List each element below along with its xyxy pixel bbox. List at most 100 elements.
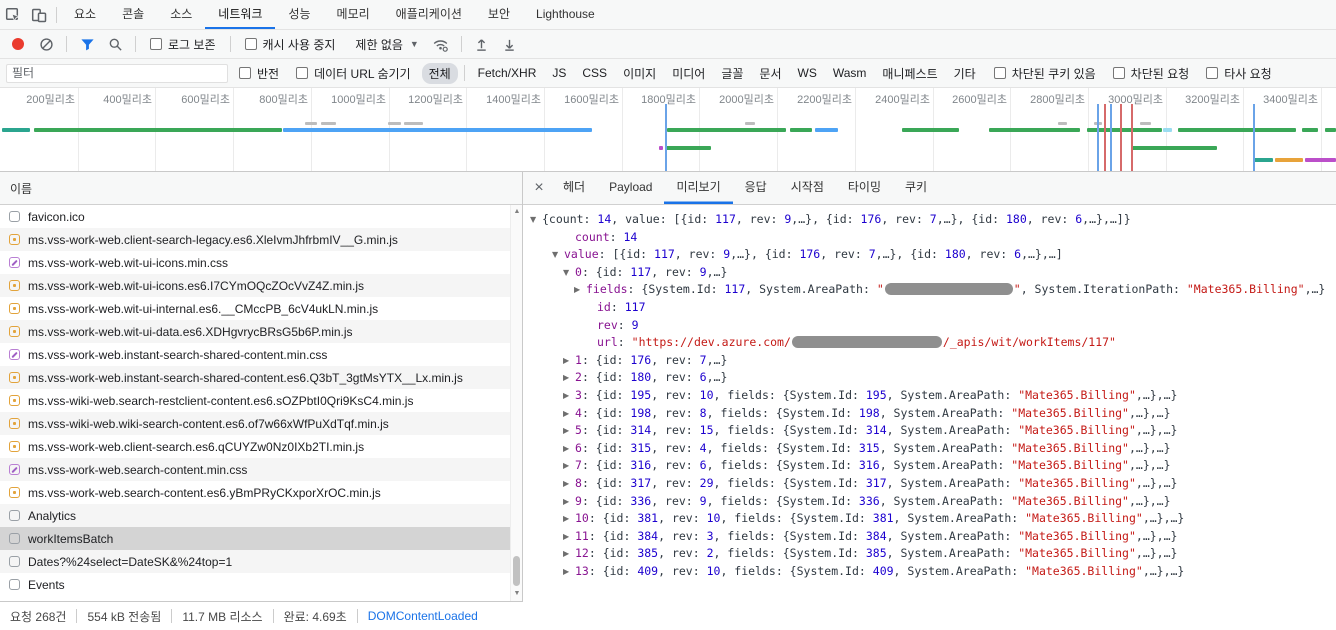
- import-har-button[interactable]: [470, 32, 494, 56]
- type-filter-font[interactable]: 글꼴: [714, 63, 750, 84]
- json-token: , System.AreaPath:: [894, 511, 1026, 525]
- request-row[interactable]: favicon.ico: [0, 205, 522, 228]
- expand-toggle-icon[interactable]: ▶: [563, 369, 575, 387]
- filter-input[interactable]: [6, 64, 228, 83]
- expand-toggle-icon[interactable]: ▶: [563, 493, 575, 511]
- json-token: : [{id:: [599, 247, 654, 261]
- expand-toggle-icon[interactable]: ▶: [563, 405, 575, 423]
- scrollbar-thumb[interactable]: [513, 556, 520, 586]
- json-token: 7: [700, 353, 707, 367]
- type-filter-css[interactable]: CSS: [575, 64, 614, 82]
- request-row[interactable]: Analytics: [0, 504, 522, 527]
- details-tab-timing[interactable]: 타이밍: [836, 172, 893, 204]
- expand-toggle-icon[interactable]: ▼: [552, 246, 564, 264]
- name-column-header[interactable]: 이름: [0, 172, 522, 205]
- type-filter-ws[interactable]: WS: [791, 64, 824, 82]
- type-filter-other[interactable]: 기타: [947, 63, 983, 84]
- hide-data-urls-checkbox[interactable]: [296, 67, 308, 79]
- request-row[interactable]: ms.vss-work-web.client-search.es6.qCUYZw…: [0, 435, 522, 458]
- json-token: ,…},…}: [1143, 511, 1185, 525]
- type-filter-js[interactable]: JS: [545, 64, 573, 82]
- request-row[interactable]: ms.vss-work-web.wit-ui-icons.es6.I7CYmOQ…: [0, 274, 522, 297]
- expand-toggle-icon[interactable]: ▶: [563, 563, 575, 581]
- search-button[interactable]: [103, 32, 127, 56]
- third-party-checkbox[interactable]: [1206, 67, 1218, 79]
- details-tab-preview[interactable]: 미리보기: [664, 172, 732, 204]
- request-row[interactable]: ms.vss-work-web.instant-search-shared-co…: [0, 343, 522, 366]
- main-tab-performance[interactable]: 성능: [275, 0, 323, 29]
- json-token: 10: [707, 564, 721, 578]
- invert-checkbox[interactable]: [239, 67, 251, 79]
- expand-toggle-icon[interactable]: ▶: [563, 440, 575, 458]
- disable-cache-checkbox[interactable]: [245, 38, 257, 50]
- divider: [357, 609, 358, 623]
- expand-toggle-icon[interactable]: ▶: [563, 510, 575, 528]
- details-tab-cookies[interactable]: 쿠키: [893, 172, 939, 204]
- request-row[interactable]: ms.vss-work-web.client-search-legacy.es6…: [0, 228, 522, 251]
- network-overview[interactable]: 200밀리초400밀리초600밀리초800밀리초1000밀리초1200밀리초14…: [0, 88, 1336, 172]
- record-button[interactable]: [6, 32, 30, 56]
- throttling-value: 제한 없음: [355, 36, 403, 53]
- request-row[interactable]: ms.vss-work-web.wit-ui-icons.min.css: [0, 251, 522, 274]
- network-conditions-button[interactable]: [429, 32, 453, 56]
- details-tab-response[interactable]: 응답: [733, 172, 779, 204]
- main-tab-security[interactable]: 보안: [475, 0, 523, 29]
- device-toolbar-icon[interactable]: [26, 2, 52, 28]
- type-filter-media[interactable]: 미디어: [665, 63, 712, 84]
- expand-toggle-icon[interactable]: ▶: [563, 528, 575, 546]
- request-row[interactable]: Events: [0, 573, 522, 596]
- json-token: 14: [597, 212, 611, 226]
- blocked-requests-checkbox[interactable]: [1113, 67, 1125, 79]
- json-token: , System.AreaPath:: [880, 458, 1012, 472]
- request-row[interactable]: workItemsBatch: [0, 527, 522, 550]
- request-row[interactable]: ms.vss-work-web.instant-search-shared-co…: [0, 366, 522, 389]
- blocked-cookies-checkbox[interactable]: [994, 67, 1006, 79]
- main-tab-memory[interactable]: 메모리: [324, 0, 383, 29]
- expand-toggle-icon[interactable]: ▼: [563, 264, 575, 282]
- filter-toggle-button[interactable]: [75, 32, 99, 56]
- expand-toggle-icon[interactable]: ▶: [563, 422, 575, 440]
- inspect-element-icon[interactable]: [0, 2, 26, 28]
- request-row[interactable]: ms.vss-work-web.wit-ui-data.es6.XDHgvryc…: [0, 320, 522, 343]
- main-tab-network[interactable]: 네트워크: [205, 0, 275, 29]
- type-filter-fetch-xhr[interactable]: Fetch/XHR: [471, 64, 544, 82]
- preview-line: ▶6: {id: 315, rev: 4, fields: {System.Id…: [523, 440, 1336, 458]
- clear-button[interactable]: [34, 32, 58, 56]
- request-row[interactable]: Dates?%24select=DateSK&%24top=1: [0, 550, 522, 573]
- request-row[interactable]: ms.vss-wiki-web.wiki-search-content.es6.…: [0, 412, 522, 435]
- type-filter-img[interactable]: 이미지: [616, 63, 663, 84]
- json-token: , rev:: [881, 212, 929, 226]
- throttling-select[interactable]: 제한 없음 ▼: [349, 36, 424, 53]
- list-scrollbar[interactable]: ▲▼: [510, 205, 522, 601]
- expand-toggle-icon[interactable]: ▶: [563, 387, 575, 405]
- json-token: "Mate365.Billing": [1018, 546, 1136, 560]
- export-har-button[interactable]: [498, 32, 522, 56]
- scroll-down-icon[interactable]: ▼: [511, 588, 522, 600]
- type-filter-doc[interactable]: 문서: [752, 63, 788, 84]
- expand-toggle-icon[interactable]: ▶: [563, 457, 575, 475]
- main-tab-application[interactable]: 애플리케이션: [383, 0, 475, 29]
- details-tab-payload[interactable]: Payload: [597, 172, 664, 204]
- expand-toggle-icon[interactable]: ▼: [530, 211, 542, 229]
- request-row[interactable]: ms.vss-wiki-web.search-restclient-conten…: [0, 389, 522, 412]
- expand-toggle-icon[interactable]: ▶: [574, 281, 586, 299]
- scroll-up-icon[interactable]: ▲: [511, 206, 522, 218]
- type-filter-manifest[interactable]: 매니페스트: [875, 63, 944, 84]
- request-row[interactable]: ms.vss-work-web.wit-ui-internal.es6.__CM…: [0, 297, 522, 320]
- details-tab-headers[interactable]: 헤더: [551, 172, 597, 204]
- main-tab-elements[interactable]: 요소: [61, 0, 109, 29]
- preserve-log-checkbox[interactable]: [150, 38, 162, 50]
- main-tab-console[interactable]: 콘솔: [109, 0, 157, 29]
- main-tab-sources[interactable]: 소스: [157, 0, 205, 29]
- expand-toggle-icon[interactable]: ▶: [563, 352, 575, 370]
- expand-toggle-icon[interactable]: ▶: [563, 475, 575, 493]
- json-token: : {id:: [582, 406, 630, 420]
- details-tab-initiator[interactable]: 시작점: [779, 172, 836, 204]
- expand-toggle-icon[interactable]: ▶: [563, 545, 575, 563]
- close-details-icon[interactable]: ×: [527, 176, 551, 200]
- main-tab-lighthouse[interactable]: Lighthouse: [523, 0, 608, 29]
- type-filter-wasm[interactable]: Wasm: [826, 64, 874, 82]
- request-row[interactable]: ms.vss-work-web.search-content.es6.yBmPR…: [0, 481, 522, 504]
- request-row[interactable]: ms.vss-work-web.search-content.min.css: [0, 458, 522, 481]
- type-filter-all[interactable]: 전체: [422, 63, 458, 84]
